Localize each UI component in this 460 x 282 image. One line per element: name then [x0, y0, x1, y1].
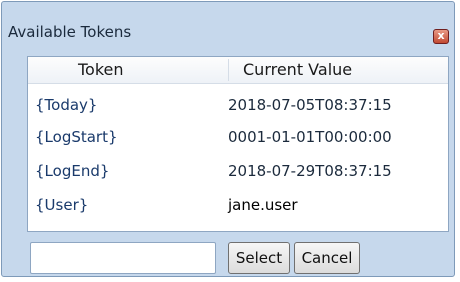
- column-header-token[interactable]: Token: [78, 61, 124, 79]
- grid-header: Token Current Value: [28, 57, 448, 84]
- token-cell: {LogEnd}: [35, 162, 110, 180]
- value-cell: 0001-01-01T00:00:00: [228, 128, 392, 146]
- select-button[interactable]: Select: [228, 242, 290, 274]
- dialog-title: Available Tokens: [8, 23, 132, 41]
- close-icon[interactable]: x: [433, 29, 449, 44]
- available-tokens-dialog: Available Tokens x Token Current Value {…: [1, 1, 455, 277]
- table-row[interactable]: {LogStart} 0001-01-01T00:00:00: [28, 128, 448, 158]
- tokens-grid: Token Current Value {Today} 2018-07-05T0…: [27, 56, 449, 232]
- value-cell: 2018-07-05T08:37:15: [228, 96, 392, 114]
- column-divider: [228, 59, 229, 81]
- value-cell: jane.user: [228, 196, 298, 214]
- table-row[interactable]: {LogEnd} 2018-07-29T08:37:15: [28, 162, 448, 192]
- table-row[interactable]: {Today} 2018-07-05T08:37:15: [28, 96, 448, 126]
- table-row[interactable]: {User} jane.user: [28, 196, 448, 226]
- token-cell: {LogStart}: [35, 128, 118, 146]
- column-header-current-value[interactable]: Current Value: [243, 61, 352, 79]
- token-cell: {User}: [35, 196, 89, 214]
- token-cell: {Today}: [35, 96, 98, 114]
- cancel-button[interactable]: Cancel: [294, 242, 360, 274]
- token-filter-input[interactable]: [30, 242, 216, 274]
- value-cell: 2018-07-29T08:37:15: [228, 162, 392, 180]
